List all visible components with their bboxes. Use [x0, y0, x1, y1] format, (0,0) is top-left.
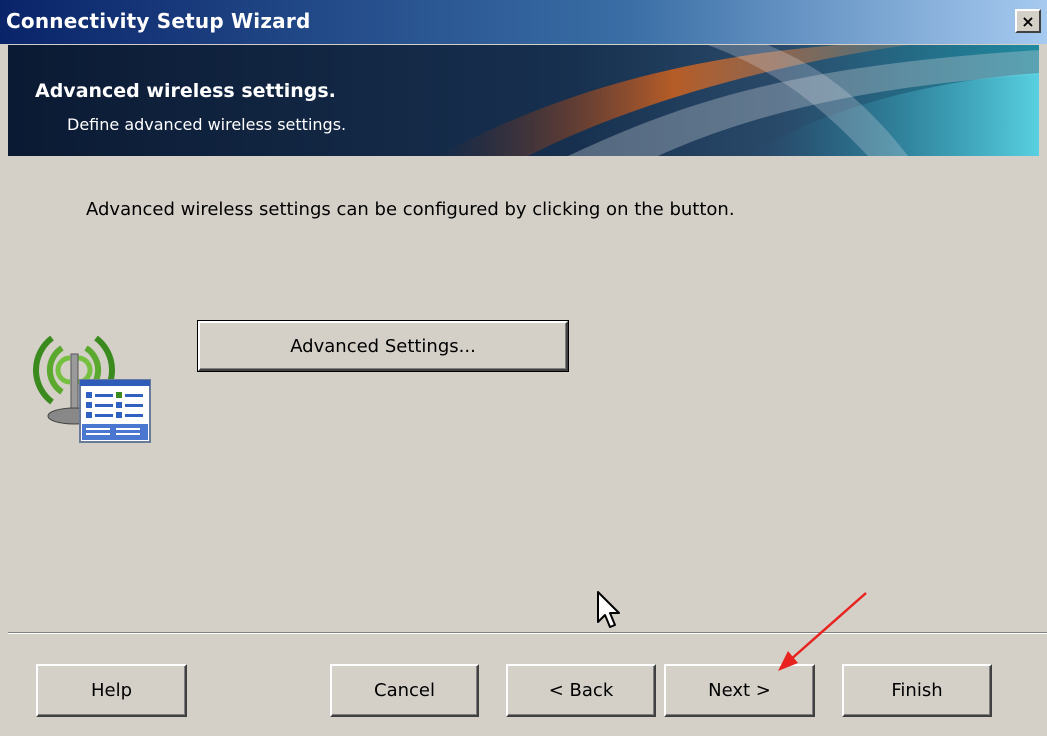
finish-button[interactable]: Finish	[842, 664, 992, 717]
help-button[interactable]: Help	[36, 664, 187, 717]
back-button-label: < Back	[548, 680, 614, 701]
cancel-button-label: Cancel	[374, 680, 435, 701]
advanced-settings-label: Advanced Settings...	[290, 335, 476, 357]
advanced-settings-button[interactable]: Advanced Settings...	[197, 320, 569, 372]
help-button-label: Help	[90, 680, 133, 701]
finish-button-label: Finish	[891, 680, 943, 701]
title-bar: Connectivity Setup Wizard ×	[0, 0, 1047, 44]
page-subtitle: Define advanced wireless settings.	[67, 115, 347, 134]
footer-divider	[8, 632, 1047, 634]
close-icon: ×	[1021, 11, 1035, 31]
close-button[interactable]: ×	[1015, 9, 1041, 33]
wireless-settings-icon	[33, 335, 151, 443]
page-title: Advanced wireless settings.	[35, 80, 336, 102]
next-button[interactable]: Next >	[664, 664, 815, 717]
mouse-cursor-icon	[597, 591, 620, 628]
wizard-header-banner: Advanced wireless settings. Define advan…	[8, 45, 1039, 156]
window-title: Connectivity Setup Wizard	[6, 9, 311, 33]
description-text: Advanced wireless settings can be config…	[86, 199, 735, 220]
cancel-button[interactable]: Cancel	[330, 664, 479, 717]
next-button-label: Next >	[708, 680, 771, 701]
back-button[interactable]: < Back	[506, 664, 656, 717]
